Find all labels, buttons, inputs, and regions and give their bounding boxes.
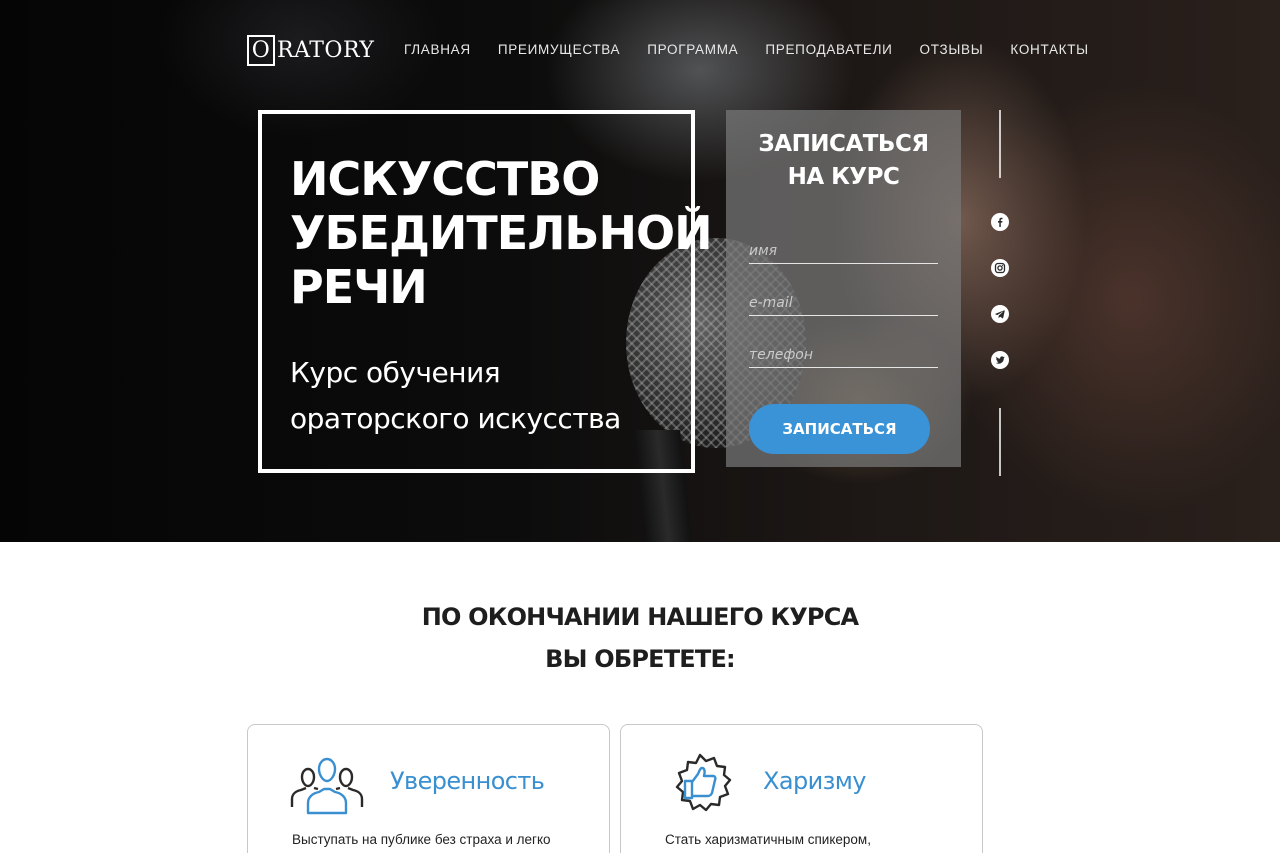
nav-item-advantages[interactable]: ПРЕИМУЩЕСТВА xyxy=(498,42,620,57)
social-divider-top xyxy=(999,110,1001,178)
hero-subtitle: Курс обучения ораторского искусства xyxy=(290,356,621,435)
card-text: Выступать на публике без страха и легко xyxy=(292,832,551,847)
facebook-glyph xyxy=(998,217,1003,227)
main-nav: ГЛАВНАЯ ПРЕИМУЩЕСТВА ПРОГРАММА ПРЕПОДАВА… xyxy=(404,42,1089,57)
benefit-card-confidence: Уверенность Выступать на публике без стр… xyxy=(247,724,610,853)
phone-field[interactable] xyxy=(749,342,938,368)
logo-letter-box: O xyxy=(247,35,275,66)
facebook-icon[interactable] xyxy=(991,213,1009,231)
nav-item-program[interactable]: ПРОГРАММА xyxy=(647,42,738,57)
signup-button[interactable]: ЗАПИСАТЬСЯ xyxy=(749,404,930,454)
instagram-glyph xyxy=(994,262,1006,274)
hero-title: ИСКУССТВО УБЕДИТЕЛЬНОЙ РЕЧИ xyxy=(290,152,713,314)
people-icon xyxy=(290,757,364,815)
nav-item-contacts[interactable]: КОНТАКТЫ xyxy=(1010,42,1088,57)
name-field[interactable] xyxy=(749,238,938,264)
email-field[interactable] xyxy=(749,290,938,316)
signup-title: ЗАПИСАТЬСЯ НА КУРС xyxy=(758,131,929,190)
logo[interactable]: O RATORY xyxy=(247,35,374,66)
benefits-title: ПО ОКОНЧАНИИ НАШЕГО КУРСА ВЫ ОБРЕТЕТЕ: xyxy=(421,603,859,673)
card-text: Стать харизматичным спикером, xyxy=(665,832,871,847)
thumbs-up-badge-icon xyxy=(675,753,732,812)
nav-item-reviews[interactable]: ОТЗЫВЫ xyxy=(920,42,984,57)
twitter-icon[interactable] xyxy=(991,351,1009,369)
telegram-glyph xyxy=(995,310,1005,319)
card-heading: Харизму xyxy=(763,767,866,795)
instagram-icon[interactable] xyxy=(991,259,1009,277)
logo-text: RATORY xyxy=(277,38,375,63)
nav-item-home[interactable]: ГЛАВНАЯ xyxy=(404,42,471,57)
twitter-glyph xyxy=(995,356,1005,364)
social-divider-bottom xyxy=(999,408,1001,476)
signup-form: ЗАПИСАТЬСЯ НА КУРС ЗАПИСАТЬСЯ xyxy=(726,110,961,467)
card-heading: Уверенность xyxy=(390,767,545,795)
nav-item-teachers[interactable]: ПРЕПОДАВАТЕЛИ xyxy=(765,42,892,57)
telegram-icon[interactable] xyxy=(991,305,1009,323)
headline-frame: ИСКУССТВО УБЕДИТЕЛЬНОЙ РЕЧИ Курс обучени… xyxy=(258,110,713,473)
benefit-card-charisma: Харизму Стать харизматичным спикером, xyxy=(620,724,983,853)
